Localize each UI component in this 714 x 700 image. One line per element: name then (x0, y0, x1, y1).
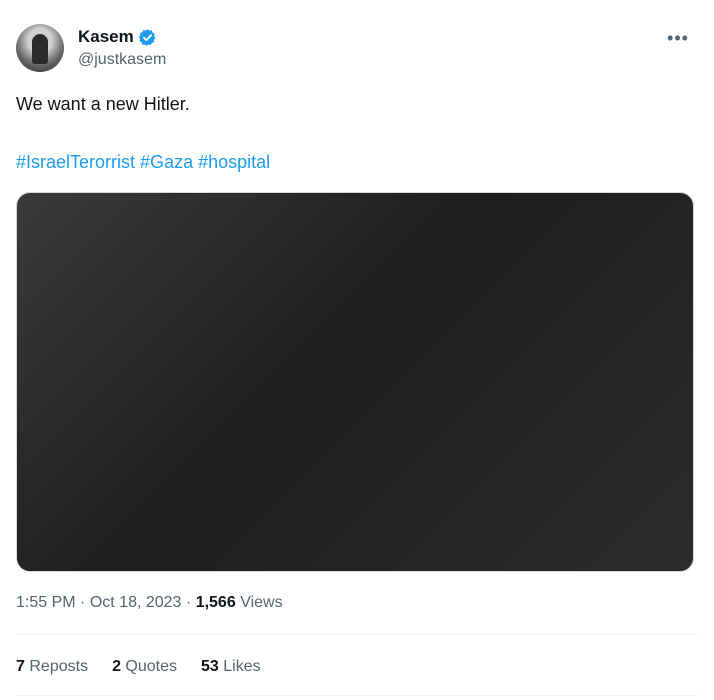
hashtag-list: #IsraelTerorrist #Gaza #hospital (16, 150, 270, 174)
views-count: 1,566 (195, 594, 236, 611)
tweet-meta: 1:55 PM · Oct 18, 2023 · 1,566 Views (16, 594, 283, 612)
quotes-stat[interactable]: 2 Quotes (112, 658, 177, 676)
tweet-media-image[interactable] (16, 192, 694, 572)
tweet-text: We want a new Hitler. (16, 94, 190, 114)
reposts-label: Reposts (29, 658, 89, 675)
quotes-count: 2 (112, 658, 121, 675)
avatar[interactable] (16, 24, 64, 72)
hashtag-link[interactable]: #IsraelTerorrist (16, 152, 135, 172)
hashtag-link[interactable]: #Gaza (140, 152, 193, 172)
quotes-label: Quotes (125, 658, 178, 675)
verified-badge-icon (138, 28, 157, 47)
hashtag-link[interactable]: #hospital (198, 152, 270, 172)
reposts-count: 7 (16, 658, 25, 675)
tweet-time[interactable]: 1:55 PM (16, 594, 76, 611)
more-options-icon[interactable]: ••• (666, 26, 690, 50)
display-name-row: Kasem (78, 26, 166, 48)
divider (16, 634, 698, 635)
likes-stat[interactable]: 53 Likes (201, 658, 261, 676)
tweet-date[interactable]: Oct 18, 2023 (90, 594, 182, 611)
reposts-stat[interactable]: 7 Reposts (16, 658, 88, 676)
tweet-header: Kasem @justkasem ••• (16, 24, 698, 74)
divider (16, 695, 698, 696)
author-names: Kasem @justkasem (78, 26, 166, 69)
engagement-stats: 7 Reposts 2 Quotes 53 Likes (16, 658, 285, 676)
meta-separator: · (80, 594, 86, 611)
author-handle[interactable]: @justkasem (78, 51, 166, 69)
likes-label: Likes (223, 658, 261, 675)
avatar-figure (32, 34, 48, 64)
meta-separator: · (185, 594, 192, 611)
media-placeholder (17, 193, 693, 571)
views-label: Views (240, 594, 283, 611)
likes-count: 53 (201, 658, 219, 675)
tweet-card: Kasem @justkasem ••• We want a new Hitle… (0, 0, 714, 700)
display-name[interactable]: Kasem (78, 27, 134, 47)
